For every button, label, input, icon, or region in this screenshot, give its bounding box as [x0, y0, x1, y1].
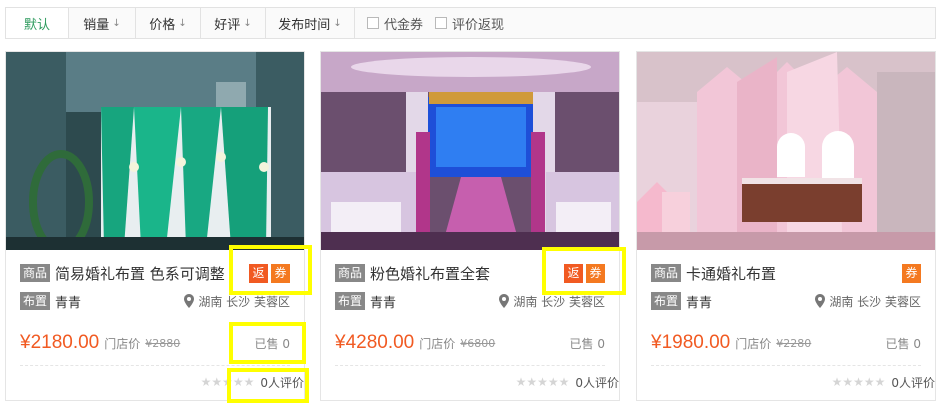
product-tag: 商品 — [651, 264, 682, 282]
sort-bar: 默认 销量 ↓ 价格 ↓ 好评 ↓ 发布时间 ↓ 代金券 评价返现 — [5, 7, 936, 39]
product-card[interactable]: 商品 卡通婚礼布置 券 布置 青青 湖南 长沙 芙蓉区 ¥1980.00 门店价… — [636, 51, 936, 401]
sort-rating-label: 好评 — [214, 17, 241, 33]
product-tag: 商品 — [20, 264, 51, 282]
review-count[interactable]: 0人评价 — [260, 374, 304, 391]
sort-rating[interactable]: 好评 ↓ — [201, 8, 266, 38]
shop-tag: 布置 — [651, 292, 682, 310]
product-title[interactable]: 简易婚礼布置 色系可调整 — [55, 263, 242, 284]
filter-voucher-checkbox[interactable]: 代金券 — [367, 14, 423, 33]
filter-voucher-label: 代金券 — [384, 17, 424, 33]
cashback-badge: 返 — [564, 263, 583, 283]
product-title[interactable]: 卡通婚礼布置 — [686, 263, 895, 284]
rating-row: ★★★★★ 0人评价 — [516, 373, 619, 391]
coupon-badge: 券 — [902, 263, 921, 283]
sort-default[interactable]: 默认 — [6, 8, 69, 38]
store-price-label: 门店价 — [735, 336, 772, 351]
price-row: ¥1980.00 门店价 ¥2280 已售 0 — [651, 330, 921, 356]
sold-count: 已售 0 — [885, 336, 921, 351]
location-pin-icon — [815, 294, 826, 308]
coupon-badge: 券 — [271, 263, 290, 283]
product-image[interactable] — [321, 52, 619, 250]
sort-down-icon: ↓ — [243, 17, 252, 29]
product-tag: 商品 — [335, 264, 366, 282]
location-text: 湖南 长沙 芙蓉区 — [198, 294, 290, 309]
sold-count: 已售 0 — [254, 336, 290, 351]
location-text: 湖南 长沙 芙蓉区 — [513, 294, 605, 309]
sort-price[interactable]: 价格 ↓ — [136, 8, 201, 38]
location-text: 湖南 长沙 芙蓉区 — [829, 294, 921, 309]
shop-name[interactable]: 青青 — [686, 292, 815, 311]
shop-row: 布置 青青 湖南 长沙 芙蓉区 — [335, 290, 605, 312]
review-count[interactable]: 0人评价 — [891, 374, 935, 391]
badge-group: 券 — [899, 263, 921, 283]
original-price: ¥2880 — [145, 336, 181, 350]
product-image[interactable] — [6, 52, 304, 250]
price-row: ¥4280.00 门店价 ¥6800 已售 0 — [335, 330, 605, 356]
price: ¥1980.00 — [651, 332, 731, 353]
review-count[interactable]: 0人评价 — [575, 374, 619, 391]
divider — [651, 365, 921, 366]
product-card[interactable]: 商品 简易婚礼布置 色系可调整 返 券 布置 青青 湖南 长沙 芙蓉区 ¥218… — [5, 51, 305, 401]
price-row: ¥2180.00 门店价 ¥2880 已售 0 — [20, 330, 290, 356]
location: 湖南 长沙 芙蓉区 — [184, 293, 290, 310]
shop-tag: 布置 — [335, 292, 366, 310]
sort-down-icon: ↓ — [178, 17, 187, 29]
filter-cashback-label: 评价返现 — [452, 17, 505, 33]
location-pin-icon — [184, 294, 195, 308]
filter-cashback-checkbox[interactable]: 评价返现 — [435, 14, 504, 33]
product-title-row: 商品 粉色婚礼布置全套 返 券 — [335, 262, 605, 284]
star-rating-icon: ★★★★★ — [831, 375, 886, 389]
sort-sales[interactable]: 销量 ↓ — [69, 8, 136, 38]
price: ¥2180.00 — [20, 332, 100, 353]
shop-name[interactable]: 青青 — [370, 292, 499, 311]
badge-group: 返 券 — [246, 263, 290, 283]
sort-price-label: 价格 — [149, 17, 176, 33]
sort-down-icon: ↓ — [333, 17, 342, 29]
sort-default-label: 默认 — [23, 17, 50, 33]
original-price: ¥2280 — [776, 336, 812, 350]
coupon-badge: 券 — [586, 263, 605, 283]
product-image[interactable] — [637, 52, 935, 250]
badge-group: 返 券 — [561, 263, 605, 283]
sort-sales-label: 销量 — [83, 17, 110, 33]
location: 湖南 长沙 芙蓉区 — [499, 293, 605, 310]
star-rating-icon: ★★★★★ — [200, 375, 255, 389]
star-rating-icon: ★★★★★ — [515, 375, 570, 389]
price: ¥4280.00 — [335, 332, 415, 353]
shop-name[interactable]: 青青 — [55, 292, 184, 311]
store-price-label: 门店价 — [419, 336, 456, 351]
product-title-row: 商品 卡通婚礼布置 券 — [651, 262, 921, 284]
divider — [20, 365, 290, 366]
shop-tag: 布置 — [20, 292, 51, 310]
sort-publish-time-label: 发布时间 — [278, 17, 331, 33]
original-price: ¥6800 — [460, 336, 496, 350]
sort-publish-time[interactable]: 发布时间 ↓ — [266, 8, 355, 38]
location-pin-icon — [499, 294, 510, 308]
checkbox-icon[interactable] — [367, 17, 379, 29]
shop-row: 布置 青青 湖南 长沙 芙蓉区 — [651, 290, 921, 312]
rating-row: ★★★★★ 0人评价 — [201, 373, 304, 391]
divider — [335, 365, 605, 366]
cashback-badge: 返 — [249, 263, 268, 283]
location: 湖南 长沙 芙蓉区 — [815, 293, 921, 310]
product-card[interactable]: 商品 粉色婚礼布置全套 返 券 布置 青青 湖南 长沙 芙蓉区 ¥4280.00… — [320, 51, 620, 401]
sold-count: 已售 0 — [569, 336, 605, 351]
product-title-row: 商品 简易婚礼布置 色系可调整 返 券 — [20, 262, 290, 284]
checkbox-icon[interactable] — [435, 17, 448, 29]
shop-row: 布置 青青 湖南 长沙 芙蓉区 — [20, 290, 290, 312]
product-title[interactable]: 粉色婚礼布置全套 — [370, 263, 557, 284]
sort-down-icon: ↓ — [112, 17, 121, 29]
rating-row: ★★★★★ 0人评价 — [832, 373, 935, 391]
store-price-label: 门店价 — [104, 336, 141, 351]
